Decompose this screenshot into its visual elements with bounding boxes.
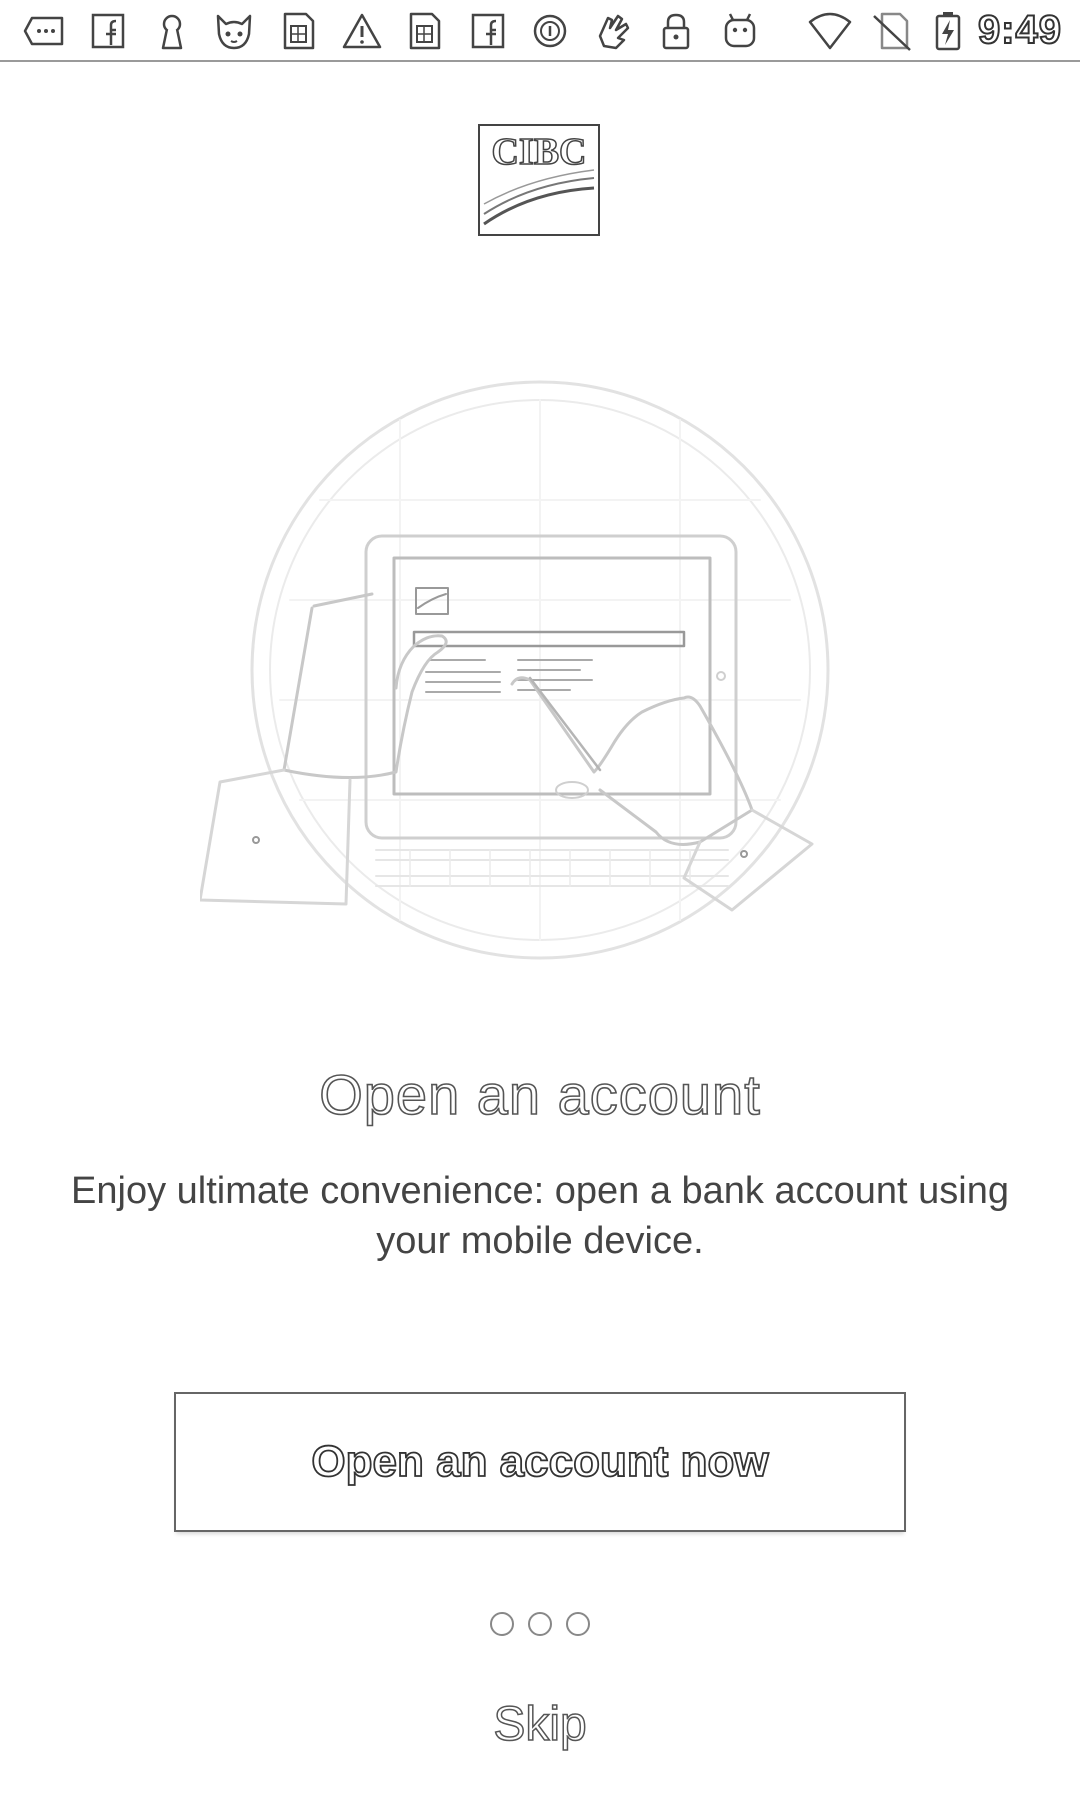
page-indicator xyxy=(0,1612,1080,1636)
page-dot-3[interactable] xyxy=(566,1612,590,1636)
status-bar: 9:49 xyxy=(0,0,1080,62)
cibc-logo: CIBC xyxy=(478,124,600,236)
circle-target-icon xyxy=(528,10,572,52)
sim-card-icon xyxy=(402,10,446,52)
page-dot-1[interactable] xyxy=(490,1612,514,1636)
warning-icon xyxy=(340,10,384,52)
facebook-icon xyxy=(86,10,130,52)
lock-icon xyxy=(654,10,698,52)
onboarding-description: Enjoy ultimate convenience: open a bank … xyxy=(71,1170,1009,1262)
wifi-icon xyxy=(808,10,852,52)
facebook-icon xyxy=(466,10,510,52)
status-clock: 9:49 xyxy=(977,7,1062,53)
open-account-now-button[interactable]: Open an account now xyxy=(174,1392,906,1532)
skip-button[interactable]: Skip xyxy=(440,1690,640,1760)
cat-face-icon xyxy=(212,10,256,52)
battery-charging-icon xyxy=(926,10,970,52)
keyhole-icon xyxy=(150,10,194,52)
no-sim-icon xyxy=(870,10,914,52)
android-icon xyxy=(718,10,762,52)
more-messages-icon xyxy=(22,10,66,52)
page-dot-2[interactable] xyxy=(528,1612,552,1636)
hand-icon xyxy=(590,10,634,52)
sim-card-icon xyxy=(276,10,320,52)
logo-text: CIBC xyxy=(491,131,586,173)
open-account-now-label: Open an account now xyxy=(311,1436,770,1487)
onboarding-title: Open an account xyxy=(318,1062,761,1127)
tablet-illustration xyxy=(200,380,880,960)
